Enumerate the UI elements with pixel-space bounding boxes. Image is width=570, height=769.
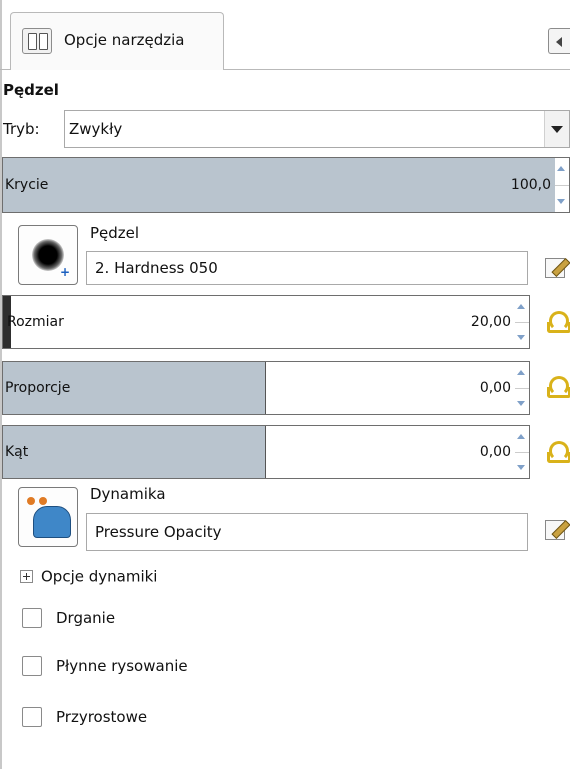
smooth-label: Płynne rysowanie [56, 657, 188, 675]
expand-icon[interactable] [20, 570, 33, 583]
aspect-label: Proporcje [5, 380, 71, 396]
aspect-scale[interactable]: Proporcje 0,00 [2, 361, 530, 415]
spin-down-icon[interactable] [557, 199, 565, 204]
size-label: Rozmiar [7, 314, 64, 330]
smooth-checkbox[interactable] [22, 656, 42, 676]
dynamics-name: Pressure Opacity [95, 523, 222, 541]
incremental-checkbox-row[interactable]: Przyrostowe [22, 707, 147, 727]
dynamics-name-field[interactable]: Pressure Opacity [86, 513, 528, 551]
tool-options-icon [22, 28, 52, 54]
edit-dynamics-button[interactable] [542, 517, 570, 543]
size-value: 20,00 [470, 314, 511, 330]
brush-name: 2. Hardness 050 [95, 259, 218, 277]
dynamics-title: Dynamika [90, 485, 166, 503]
jitter-checkbox-row[interactable]: Drganie [22, 608, 115, 628]
chevron-left-icon [556, 37, 562, 47]
mode-label: Tryb: [3, 120, 40, 138]
mode-select[interactable]: Zwykły [64, 110, 570, 148]
tab-divider [0, 69, 11, 70]
aspect-value: 0,00 [479, 380, 511, 396]
brush-preview-button[interactable]: + [18, 225, 78, 285]
spin-up-icon[interactable] [517, 304, 525, 309]
opacity-fill [3, 158, 555, 212]
brush-title: Pędzel [90, 224, 140, 242]
tab-label[interactable]: Opcje narzędzia [64, 31, 184, 49]
dynamics-preview-button[interactable] [18, 487, 78, 547]
incremental-checkbox[interactable] [22, 707, 42, 727]
spin-down-icon[interactable] [517, 465, 525, 470]
tab-menu-button[interactable] [548, 28, 570, 54]
mode-value: Zwykły [69, 120, 123, 138]
edit-brush-button[interactable] [542, 255, 570, 281]
plus-icon: + [59, 265, 71, 279]
reset-icon[interactable] [545, 438, 570, 464]
size-scale[interactable]: Rozmiar 20,00 [2, 295, 530, 349]
spin-up-icon[interactable] [517, 370, 525, 375]
chevron-down-icon [551, 126, 563, 133]
spin-up-icon[interactable] [517, 434, 525, 439]
opacity-value: 100,0 [510, 177, 551, 193]
angle-fill [3, 426, 266, 478]
opacity-label: Krycie [5, 177, 49, 193]
opacity-scale[interactable]: Krycie 100,0 [2, 157, 570, 213]
aspect-spinner[interactable] [515, 362, 529, 414]
reset-icon[interactable] [545, 373, 570, 399]
dropdown-button[interactable] [544, 111, 569, 147]
spin-down-icon[interactable] [517, 335, 525, 340]
jitter-label: Drganie [56, 609, 116, 627]
angle-label: Kąt [5, 444, 29, 460]
section-title: Pędzel [3, 81, 59, 99]
tab-divider [223, 69, 570, 70]
spin-down-icon[interactable] [517, 401, 525, 406]
dynamics-options-label: Opcje dynamiki [41, 567, 158, 586]
opacity-spinner[interactable] [555, 158, 569, 212]
spin-up-icon[interactable] [557, 166, 565, 171]
reset-icon[interactable] [545, 308, 570, 334]
size-spinner[interactable] [515, 296, 529, 348]
brush-name-field[interactable]: 2. Hardness 050 [86, 251, 528, 285]
angle-scale[interactable]: Kąt 0,00 [2, 425, 530, 479]
dynamics-options-expander[interactable]: Opcje dynamiki [20, 567, 157, 586]
jitter-checkbox[interactable] [22, 608, 42, 628]
dynamics-icon [27, 497, 35, 505]
incremental-label: Przyrostowe [56, 708, 148, 726]
angle-spinner[interactable] [515, 426, 529, 478]
angle-value: 0,00 [479, 444, 511, 460]
smooth-checkbox-row[interactable]: Płynne rysowanie [22, 656, 188, 676]
